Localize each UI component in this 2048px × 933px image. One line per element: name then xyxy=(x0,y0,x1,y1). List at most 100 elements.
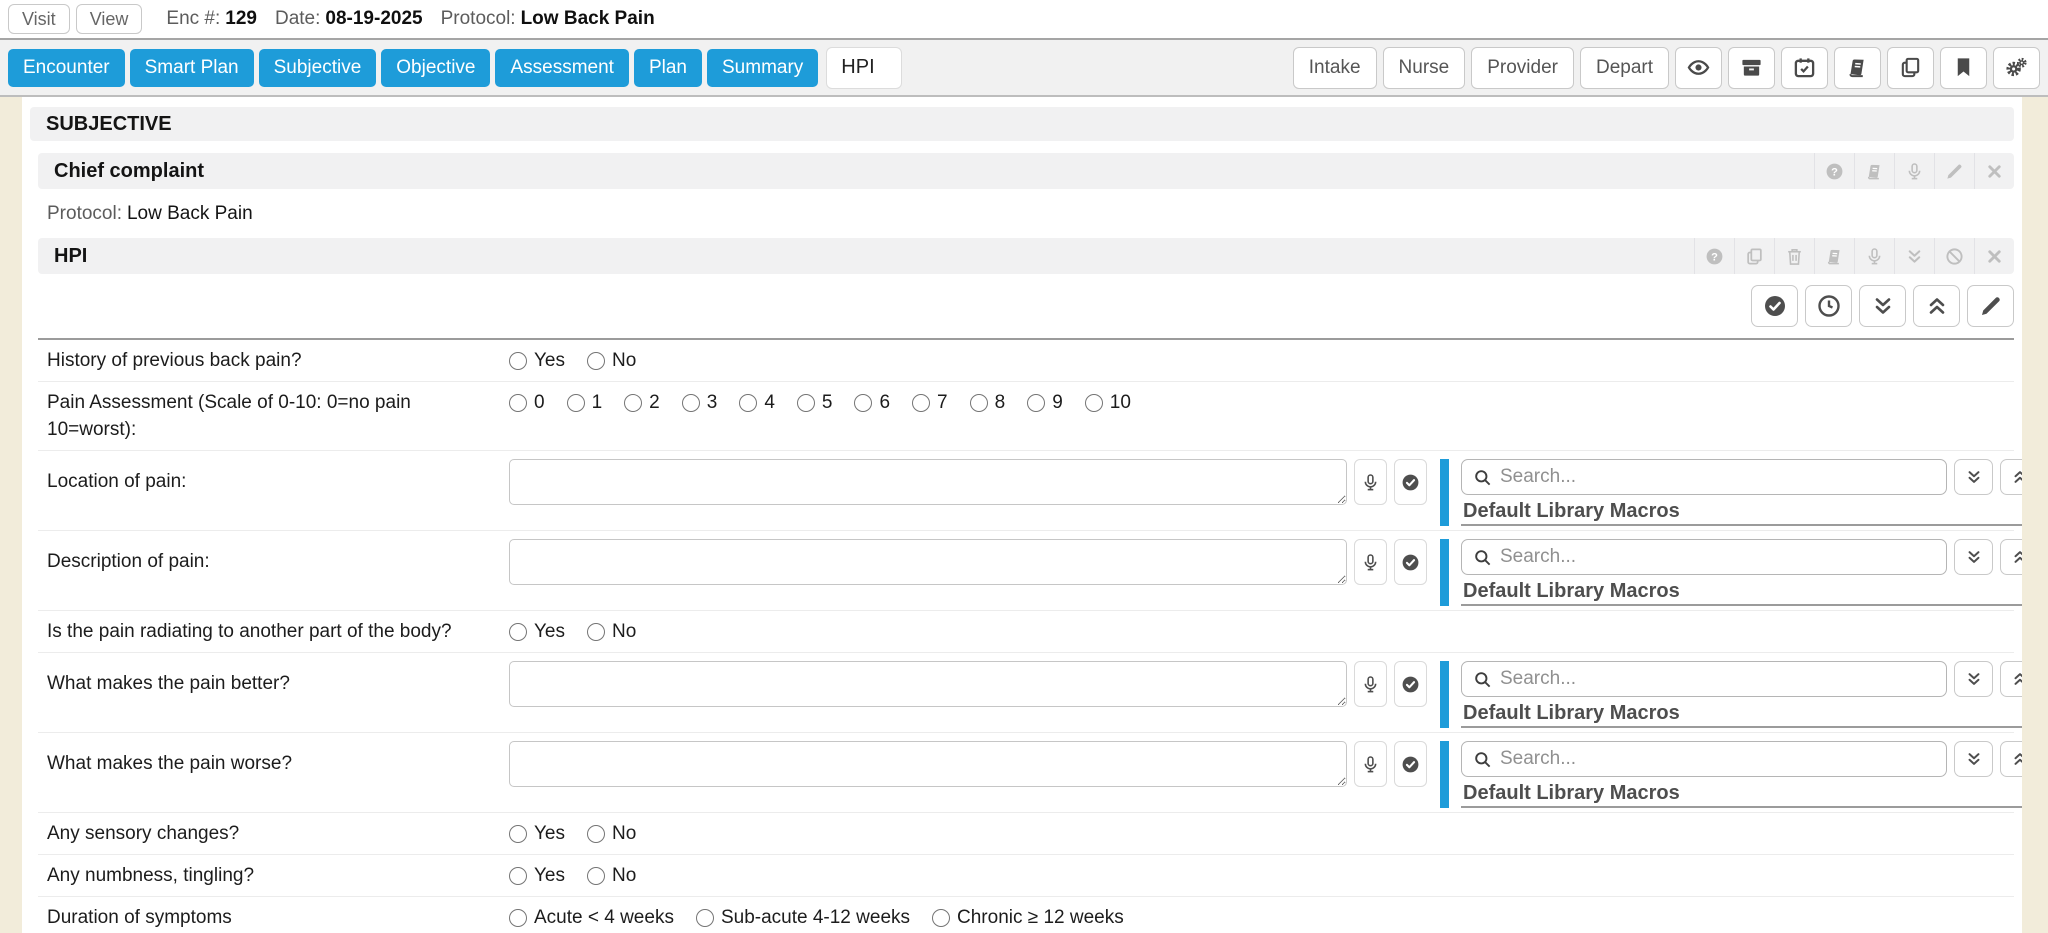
collapse-all-button[interactable] xyxy=(2000,741,2022,777)
stage-button-nurse[interactable]: Nurse xyxy=(1383,47,1466,89)
radio-option[interactable]: 9 xyxy=(1027,389,1063,416)
radio-option[interactable]: 1 xyxy=(567,389,603,416)
radio-button[interactable] xyxy=(587,867,605,885)
confirm-button[interactable] xyxy=(1394,459,1427,505)
tab-hpi[interactable]: HPI xyxy=(826,47,901,89)
radio-button[interactable] xyxy=(912,394,930,412)
dictate-button[interactable] xyxy=(1354,539,1387,585)
radio-option[interactable]: Yes xyxy=(509,820,565,847)
nav-button-assessment[interactable]: Assessment xyxy=(495,49,628,87)
hpi-chevron-double-down-button[interactable] xyxy=(1894,238,1934,274)
radio-option[interactable]: No xyxy=(587,347,636,374)
nav-button-objective[interactable]: Objective xyxy=(381,49,490,87)
radio-option[interactable]: 4 xyxy=(739,389,775,416)
macro-search-input[interactable] xyxy=(1500,748,1935,770)
eye-button[interactable] xyxy=(1675,47,1722,89)
confirm-button[interactable] xyxy=(1394,741,1427,787)
answer-textarea[interactable] xyxy=(509,661,1347,707)
book-button[interactable] xyxy=(1834,47,1881,89)
macro-library-header[interactable]: Default Library Macros xyxy=(1461,703,2022,728)
bookmark-button[interactable] xyxy=(1940,47,1987,89)
hpi-ban-button[interactable] xyxy=(1934,238,1974,274)
nav-button-encounter[interactable]: Encounter xyxy=(8,49,125,87)
macro-search-input[interactable] xyxy=(1500,668,1935,690)
radio-option[interactable]: 3 xyxy=(682,389,718,416)
radio-option[interactable]: Yes xyxy=(509,862,565,889)
chief-complaint-question-circle-button[interactable]: ? xyxy=(1814,153,1854,189)
radio-option[interactable]: 10 xyxy=(1085,389,1131,416)
expand-all-button[interactable] xyxy=(1954,459,1993,495)
expand-all-button[interactable] xyxy=(1954,661,1993,697)
pencil-action-button[interactable] xyxy=(1967,285,2014,327)
nav-button-subjective[interactable]: Subjective xyxy=(259,49,377,87)
calendar-check-button[interactable] xyxy=(1781,47,1828,89)
hpi-close-button[interactable] xyxy=(1974,238,2014,274)
confirm-button[interactable] xyxy=(1394,539,1427,585)
radio-button[interactable] xyxy=(587,623,605,641)
check-circle-action-button[interactable] xyxy=(1751,285,1798,327)
confirm-button[interactable] xyxy=(1394,661,1427,707)
radio-button[interactable] xyxy=(587,352,605,370)
collapse-all-button[interactable] xyxy=(2000,661,2022,697)
nav-button-plan[interactable]: Plan xyxy=(634,49,702,87)
hpi-book-button[interactable] xyxy=(1814,238,1854,274)
radio-option[interactable]: 5 xyxy=(797,389,833,416)
expand-all-button[interactable] xyxy=(1954,539,1993,575)
macro-library-header[interactable]: Default Library Macros xyxy=(1461,783,2022,808)
chief-complaint-pencil-button[interactable] xyxy=(1934,153,1974,189)
chief-complaint-microphone-button[interactable] xyxy=(1894,153,1934,189)
collapse-all-button[interactable] xyxy=(2000,459,2022,495)
macro-library-header[interactable]: Default Library Macros xyxy=(1461,581,2022,606)
visit-button[interactable]: Visit xyxy=(8,4,70,34)
radio-button[interactable] xyxy=(1085,394,1103,412)
chevron-double-down-action-button[interactable] xyxy=(1859,285,1906,327)
macro-search-input[interactable] xyxy=(1500,546,1935,568)
chief-complaint-close-button[interactable] xyxy=(1974,153,2014,189)
macro-library-header[interactable]: Default Library Macros xyxy=(1461,501,2022,526)
radio-option[interactable]: 2 xyxy=(624,389,660,416)
radio-option[interactable]: No xyxy=(587,862,636,889)
dictate-button[interactable] xyxy=(1354,741,1387,787)
chevron-double-up-action-button[interactable] xyxy=(1913,285,1960,327)
view-button[interactable]: View xyxy=(76,4,143,34)
radio-option[interactable]: 8 xyxy=(970,389,1006,416)
dictate-button[interactable] xyxy=(1354,661,1387,707)
hpi-copy-button[interactable] xyxy=(1734,238,1774,274)
radio-button[interactable] xyxy=(587,825,605,843)
radio-button[interactable] xyxy=(509,825,527,843)
radio-button[interactable] xyxy=(1027,394,1045,412)
radio-button[interactable] xyxy=(624,394,642,412)
dictate-button[interactable] xyxy=(1354,459,1387,505)
radio-option[interactable]: Chronic ≥ 12 weeks xyxy=(932,904,1124,931)
radio-option[interactable]: Yes xyxy=(509,618,565,645)
radio-button[interactable] xyxy=(509,394,527,412)
hpi-trash-button[interactable] xyxy=(1774,238,1814,274)
chief-complaint-book-button[interactable] xyxy=(1854,153,1894,189)
radio-button[interactable] xyxy=(682,394,700,412)
answer-textarea[interactable] xyxy=(509,459,1347,505)
radio-option[interactable]: Acute < 4 weeks xyxy=(509,904,674,931)
stage-button-depart[interactable]: Depart xyxy=(1580,47,1669,89)
nav-button-smart-plan[interactable]: Smart Plan xyxy=(130,49,254,87)
radio-button[interactable] xyxy=(509,352,527,370)
radio-option[interactable]: Sub-acute 4-12 weeks xyxy=(696,904,910,931)
radio-button[interactable] xyxy=(509,867,527,885)
nav-button-summary[interactable]: Summary xyxy=(707,49,818,87)
macro-search-input[interactable] xyxy=(1500,466,1935,488)
expand-all-button[interactable] xyxy=(1954,741,1993,777)
radio-button[interactable] xyxy=(932,909,950,927)
radio-option[interactable]: 7 xyxy=(912,389,948,416)
radio-button[interactable] xyxy=(696,909,714,927)
radio-button[interactable] xyxy=(509,909,527,927)
radio-button[interactable] xyxy=(797,394,815,412)
hpi-microphone-button[interactable] xyxy=(1854,238,1894,274)
radio-button[interactable] xyxy=(509,623,527,641)
radio-button[interactable] xyxy=(970,394,988,412)
radio-button[interactable] xyxy=(854,394,872,412)
radio-option[interactable]: Yes xyxy=(509,347,565,374)
answer-textarea[interactable] xyxy=(509,539,1347,585)
radio-option[interactable]: 6 xyxy=(854,389,890,416)
stage-button-provider[interactable]: Provider xyxy=(1471,47,1574,89)
stage-button-intake[interactable]: Intake xyxy=(1293,47,1377,89)
clock-action-button[interactable] xyxy=(1805,285,1852,327)
